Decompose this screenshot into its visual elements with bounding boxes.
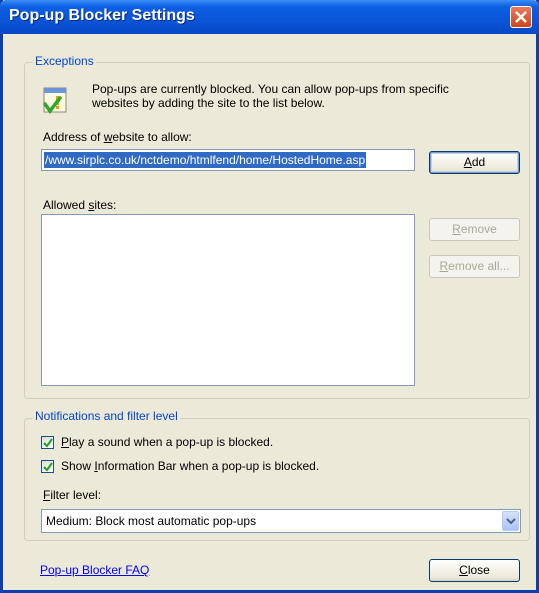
filter-level-label: Filter level:	[43, 488, 102, 502]
popup-blocker-settings-dialog: Pop-up Blocker Settings Exceptions Pop-u…	[0, 0, 539, 593]
address-input-value: /www.sirplc.co.uk/nctdemo/htmlfend/home/…	[44, 152, 367, 168]
info-text-line2: websites by adding the site to the list …	[92, 96, 325, 110]
window-title: Pop-up Blocker Settings	[9, 7, 195, 24]
add-button[interactable]: Add	[429, 151, 520, 174]
show-infobar-checkbox[interactable]	[41, 460, 54, 473]
close-button[interactable]: Close	[429, 559, 520, 582]
exceptions-group-label: Exceptions	[33, 54, 96, 68]
allowed-sites-label: Allowed sites:	[43, 198, 117, 212]
popup-blocker-faq-link[interactable]: Pop-up Blocker FAQ	[40, 563, 149, 577]
play-sound-checkbox[interactable]	[41, 436, 54, 449]
close-window-button[interactable]	[510, 6, 532, 28]
filter-level-select[interactable]: Medium: Block most automatic pop-ups	[41, 509, 521, 533]
play-sound-label[interactable]: Play a sound when a pop-up is blocked.	[61, 435, 273, 449]
close-icon	[515, 11, 527, 23]
show-infobar-label[interactable]: Show Information Bar when a pop-up is bl…	[61, 459, 319, 473]
allowed-sites-list[interactable]	[41, 214, 415, 386]
info-text-line1: Pop-ups are currently blocked. You can a…	[92, 82, 449, 96]
notifications-group-label: Notifications and filter level	[33, 409, 180, 423]
title-bar[interactable]: Pop-up Blocker Settings	[0, 0, 539, 34]
filter-level-value: Medium: Block most automatic pop-ups	[46, 514, 257, 528]
remove-button[interactable]: Remove	[429, 218, 520, 241]
checkmark-icon	[43, 462, 53, 472]
chevron-down-icon	[506, 518, 516, 525]
remove-all-button[interactable]: Remove all...	[429, 255, 520, 278]
filter-level-dropdown-button[interactable]	[502, 511, 519, 531]
popup-blocked-info-icon	[41, 86, 71, 116]
address-input[interactable]: /www.sirplc.co.uk/nctdemo/htmlfend/home/…	[41, 149, 415, 171]
checkmark-icon	[43, 438, 53, 448]
address-label: Address of website to allow:	[43, 130, 192, 144]
